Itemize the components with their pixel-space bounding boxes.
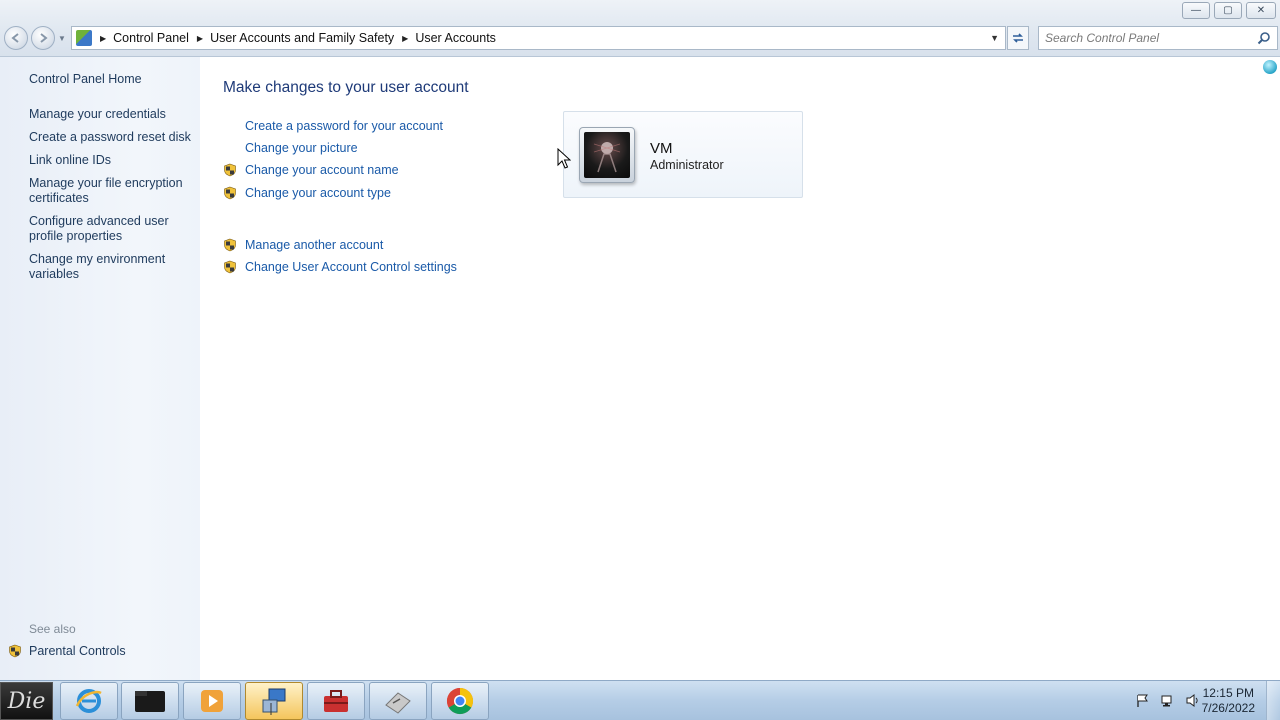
volume-icon[interactable]: [1185, 693, 1200, 708]
uac-shield-icon: [224, 260, 236, 274]
refresh-button[interactable]: [1007, 26, 1029, 50]
navigation-bar: ▼ ▶ Control Panel ▶ User Accounts and Fa…: [0, 26, 1280, 50]
taskbar-media-player[interactable]: [183, 682, 241, 720]
task-manage-another-account[interactable]: Manage another account: [223, 238, 383, 252]
breadcrumb-user-accounts-family-safety[interactable]: User Accounts and Family Safety: [210, 31, 394, 45]
parental-controls-link[interactable]: Parental Controls: [8, 644, 126, 658]
task-label[interactable]: Manage another account: [245, 238, 383, 252]
task-label[interactable]: Change your account type: [245, 186, 391, 200]
toolbox-icon: [324, 690, 348, 712]
taskbar-internet-explorer[interactable]: [60, 682, 118, 720]
task-label[interactable]: Create a password for your account: [245, 119, 443, 133]
show-desktop-button[interactable]: [1266, 681, 1280, 720]
control-panel-home-link[interactable]: Control Panel Home: [29, 72, 194, 87]
start-button[interactable]: Die: [0, 682, 53, 720]
recent-pages-dropdown[interactable]: ▼: [58, 34, 68, 43]
back-arrow-icon: [11, 33, 19, 43]
task-change-account-name[interactable]: Change your account name: [223, 163, 399, 177]
account-card: VM Administrator: [563, 111, 803, 198]
back-button[interactable]: [4, 26, 28, 50]
task-change-account-type[interactable]: Change your account type: [223, 186, 391, 200]
sidebar-link-password-reset-disk[interactable]: Create a password reset disk: [29, 130, 194, 145]
window-chrome: — ▢ ✕ ▼ ▶ Control Panel ▶ User Accounts …: [0, 0, 1280, 57]
avatar-picture: [584, 132, 630, 178]
remote-desktop-icon: [262, 688, 286, 715]
account-name: VM: [650, 140, 673, 157]
taskbar-toolbox[interactable]: [307, 682, 365, 720]
clock-time: 12:15 PM: [1202, 686, 1254, 700]
task-uac-settings[interactable]: Change User Account Control settings: [223, 260, 457, 274]
media-player-icon: [201, 690, 223, 712]
search-icon[interactable]: [1257, 31, 1271, 45]
sidebar-link-manage-credentials[interactable]: Manage your credentials: [29, 107, 194, 122]
chevron-right-icon[interactable]: ▶: [402, 34, 408, 43]
mouse-cursor-icon: [557, 148, 571, 169]
breadcrumb-control-panel[interactable]: Control Panel: [113, 31, 189, 45]
left-pane: Control Panel Home Manage your credentia…: [0, 57, 200, 680]
sidebar-link-environment-variables[interactable]: Change my environment variables: [29, 252, 194, 282]
taskbar-terminal[interactable]: [121, 682, 179, 720]
system-tool-icon: [385, 692, 411, 714]
minimize-button[interactable]: —: [1182, 2, 1210, 19]
see-also-heading: See also: [29, 622, 76, 636]
uac-shield-icon: [224, 186, 236, 200]
breadcrumb-user-accounts[interactable]: User Accounts: [415, 31, 496, 45]
chrome-icon: [446, 687, 474, 715]
sidebar-link-online-ids[interactable]: Link online IDs: [29, 153, 194, 168]
address-bar[interactable]: ▶ Control Panel ▶ User Accounts and Fami…: [71, 26, 1006, 50]
network-icon[interactable]: [1160, 693, 1175, 708]
account-role: Administrator: [650, 158, 724, 172]
clock[interactable]: 12:15 PM 7/26/2022: [1202, 686, 1255, 716]
task-label[interactable]: Change your account name: [245, 163, 399, 177]
page-title: Make changes to your user account: [223, 79, 469, 96]
forward-button[interactable]: [31, 26, 55, 50]
avatar[interactable]: [579, 127, 635, 183]
taskbar: Die 12:15 PM 7/26/2022: [0, 680, 1280, 720]
taskbar-remote-desktop[interactable]: [245, 682, 303, 720]
sidebar-link-encryption-certificates[interactable]: Manage your file encryption certificates: [29, 176, 194, 206]
chevron-down-icon[interactable]: ▼: [990, 33, 999, 43]
forward-arrow-icon: [40, 33, 48, 43]
parental-controls-label[interactable]: Parental Controls: [29, 644, 126, 658]
search-box[interactable]: [1038, 26, 1278, 50]
taskbar-system-tool[interactable]: [369, 682, 427, 720]
clock-date: 7/26/2022: [1201, 701, 1255, 715]
uac-shield-icon: [9, 644, 21, 658]
refresh-icon: [1013, 33, 1023, 43]
system-tray: [1135, 693, 1200, 708]
task-label[interactable]: Change your picture: [245, 141, 358, 155]
task-label[interactable]: Change User Account Control settings: [245, 260, 457, 274]
search-input[interactable]: [1045, 27, 1255, 49]
chevron-right-icon[interactable]: ▶: [100, 34, 106, 43]
caption-buttons: — ▢ ✕: [1182, 2, 1276, 19]
avatar-figure-icon: [593, 142, 621, 173]
internet-explorer-icon: [75, 689, 102, 713]
action-center-flag-icon[interactable]: [1135, 693, 1150, 708]
taskbar-chrome[interactable]: [431, 682, 489, 720]
close-button[interactable]: ✕: [1246, 2, 1276, 19]
control-panel-icon: [76, 30, 92, 46]
task-create-password[interactable]: Create a password for your account: [223, 119, 443, 133]
help-icon[interactable]: [1263, 60, 1277, 74]
uac-shield-icon: [224, 238, 236, 252]
sidebar-link-advanced-profile[interactable]: Configure advanced user profile properti…: [29, 214, 194, 244]
uac-shield-icon: [224, 163, 236, 177]
terminal-icon: [135, 691, 165, 712]
chevron-right-icon[interactable]: ▶: [197, 34, 203, 43]
maximize-button[interactable]: ▢: [1214, 2, 1242, 19]
task-change-picture[interactable]: Change your picture: [223, 141, 358, 155]
